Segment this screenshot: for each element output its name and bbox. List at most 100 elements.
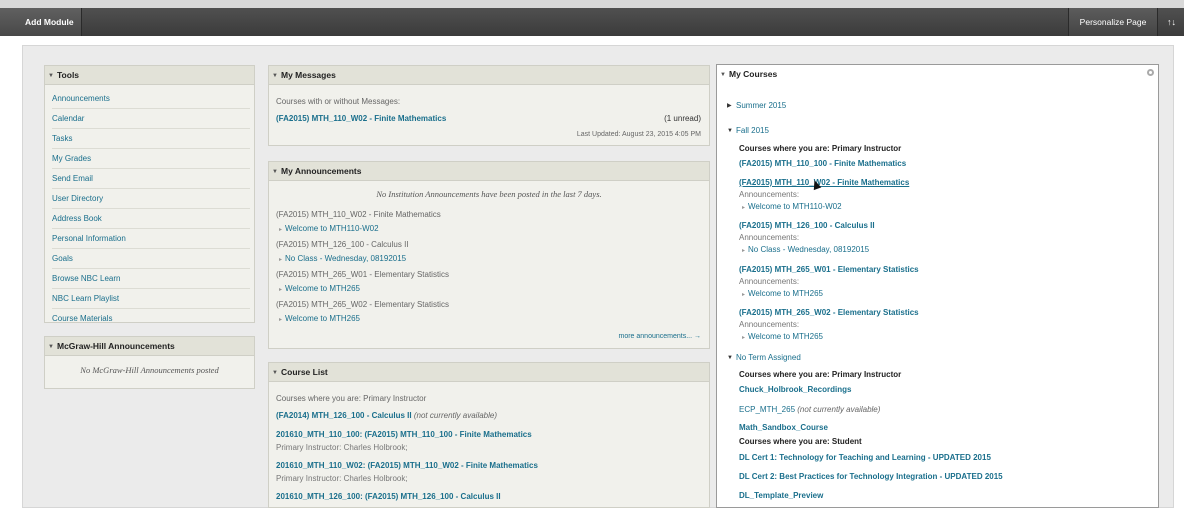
tools-module: ▼ Tools Announcements Calendar Tasks My Grad…	[44, 65, 255, 323]
fall-role-heading: Courses where you are: Primary Instructo…	[739, 144, 902, 153]
bullet-arrow-icon: ▸	[279, 287, 283, 293]
course-link[interactable]: 201610_MTH_110_100: (FA2015) MTH_110_100…	[276, 430, 532, 439]
my-courses-module: ▼ My Courses ▶ Summer 2015 ▼ Fall 2015 Cour…	[716, 64, 1159, 508]
tools-link[interactable]: NBC Learn Playlist	[52, 289, 250, 309]
availability-note: (not currently available)	[413, 411, 498, 420]
tools-link[interactable]: Address Book	[52, 209, 250, 229]
announcement-link[interactable]: Welcome to MTH110-W02	[285, 224, 379, 233]
collapse-triangle-icon[interactable]: ▼	[272, 67, 281, 85]
course-link[interactable]: (FA2015) MTH_110_100 - Finite Mathematic…	[739, 159, 906, 168]
announcement-course: (FA2015) MTH_265_W01 - Elementary Statis…	[276, 270, 449, 279]
course-link[interactable]: DL Cert 2: Best Practices for Technology…	[739, 472, 1003, 481]
course-link[interactable]: 201610_MTH_110_W02: (FA2015) MTH_110_W02…	[276, 461, 538, 470]
announcement-link[interactable]: Welcome to MTH265	[748, 332, 823, 341]
course-instructor: Primary Instructor: Charles Holbrook;	[276, 443, 408, 452]
course-link[interactable]: DL Cert 1: Technology for Teaching and L…	[739, 453, 991, 462]
course-link[interactable]: (FA2015) MTH_265_W02 - Elementary Statis…	[739, 308, 919, 317]
collapse-triangle-icon[interactable]: ▼	[720, 66, 729, 84]
course-link[interactable]: (FA2015) MTH_265_W01 - Elementary Statis…	[739, 265, 919, 274]
my-courses-header[interactable]: ▼ My Courses	[717, 65, 1158, 83]
bullet-arrow-icon: ▸	[742, 205, 746, 211]
messages-unread-count: (1 unread)	[664, 114, 701, 123]
collapse-triangle-icon[interactable]: ▼	[48, 67, 57, 85]
bullet-arrow-icon: ▸	[742, 335, 746, 341]
mcgraw-hill-module: ▼ McGraw-Hill Announcements No McGraw-Hil…	[44, 336, 255, 389]
course-link[interactable]: (FA2015) MTH_110_W02 - Finite Mathematic…	[739, 178, 909, 187]
more-announcements-link[interactable]: more announcements... →	[619, 333, 702, 340]
bullet-arrow-icon: ▸	[742, 248, 746, 254]
messages-last-updated: Last Updated: August 23, 2015 4:05 PM	[576, 131, 701, 138]
messages-intro: Courses with or without Messages:	[276, 97, 401, 106]
tools-link[interactable]: Browse NBC Learn	[52, 269, 250, 289]
announcement-link[interactable]: Welcome to MTH110-W02	[748, 202, 842, 211]
module-toolbar: Add Module Personalize Page ↑↓	[0, 8, 1184, 36]
my-announcements-header[interactable]: ▼ My Announcements	[269, 162, 709, 181]
term-no-term-assigned[interactable]: ▼ No Term Assigned	[727, 353, 801, 362]
announcements-label: Announcements:	[739, 277, 800, 286]
add-module-button[interactable]: Add Module	[0, 8, 82, 36]
tools-title: Tools	[57, 70, 80, 80]
module-canvas: ▼ Tools Announcements Calendar Tasks My Grad…	[22, 45, 1174, 508]
term-label: No Term Assigned	[736, 353, 801, 362]
personalize-page-button[interactable]: Personalize Page	[1068, 8, 1157, 36]
announcement-link[interactable]: Welcome to MTH265	[748, 289, 823, 298]
course-link[interactable]: 201610_MTH_126_100: (FA2015) MTH_126_100…	[276, 492, 501, 501]
bullet-arrow-icon: ▸	[279, 257, 283, 263]
collapse-triangle-icon[interactable]: ▼	[727, 128, 736, 134]
tools-header[interactable]: ▼ Tools	[45, 66, 254, 85]
tools-link[interactable]: Goals	[52, 249, 250, 269]
no-institution-announcements: No Institution Announcements have been p…	[376, 189, 602, 199]
course-link[interactable]: DL_Template_Preview	[739, 491, 823, 500]
tools-link[interactable]: User Directory	[52, 189, 250, 209]
course-link[interactable]: ECP_MTH_265	[739, 405, 795, 414]
announcements-label: Announcements:	[739, 320, 800, 329]
availability-note: (not currently available)	[797, 405, 881, 414]
announcements-label: Announcements:	[739, 233, 800, 242]
course-instructor: Primary Instructor: Charles Holbrook;	[276, 474, 408, 483]
collapse-triangle-icon[interactable]: ▼	[48, 338, 57, 356]
tools-link[interactable]: Course Materials	[52, 309, 250, 322]
tools-link[interactable]: Calendar	[52, 109, 250, 129]
announcements-label: Announcements:	[739, 190, 800, 199]
announcement-link[interactable]: No Class - Wednesday, 08192015	[285, 254, 406, 263]
collapse-triangle-icon[interactable]: ▼	[272, 163, 281, 181]
course-list-header[interactable]: ▼ Course List	[269, 363, 709, 382]
announcement-course: (FA2015) MTH_265_W02 - Elementary Statis…	[276, 300, 449, 309]
course-link[interactable]: (FA2014) MTH_126_100 - Calculus II	[276, 411, 412, 420]
messages-course-link[interactable]: (FA2015) MTH_110_W02 - Finite Mathematic…	[276, 114, 446, 123]
announcement-course: (FA2015) MTH_110_W02 - Finite Mathematic…	[276, 210, 441, 219]
student-role-heading: Courses where you are: Student	[739, 437, 862, 446]
tools-link[interactable]: Tasks	[52, 129, 250, 149]
collapse-triangle-icon[interactable]: ▼	[272, 364, 281, 382]
mcgraw-hill-title: McGraw-Hill Announcements	[57, 341, 175, 351]
my-messages-module: ▼ My Messages Courses with or without Mes…	[268, 65, 710, 146]
announcement-link[interactable]: Welcome to MTH265	[285, 314, 360, 323]
bullet-arrow-icon: ▸	[279, 317, 283, 323]
tools-link[interactable]: My Grades	[52, 149, 250, 169]
reorder-icon[interactable]: ↑↓	[1157, 8, 1184, 36]
course-list-role: Courses where you are: Primary Instructo…	[276, 394, 427, 403]
mcgraw-hill-header[interactable]: ▼ McGraw-Hill Announcements	[45, 337, 254, 356]
tools-list: Announcements Calendar Tasks My Grades Send …	[45, 85, 254, 322]
collapse-triangle-icon[interactable]: ▼	[727, 355, 736, 361]
gear-icon[interactable]	[1147, 69, 1154, 76]
announcement-link[interactable]: Welcome to MTH265	[285, 284, 360, 293]
my-courses-title: My Courses	[729, 69, 778, 79]
term-summer-2015[interactable]: ▶ Summer 2015	[727, 101, 786, 110]
tools-link[interactable]: Send Email	[52, 169, 250, 189]
announcement-course: (FA2015) MTH_126_100 - Calculus II	[276, 240, 409, 249]
expand-triangle-icon[interactable]: ▶	[727, 102, 736, 109]
term-label: Fall 2015	[736, 126, 769, 135]
my-announcements-title: My Announcements	[281, 166, 362, 176]
course-link[interactable]: (FA2015) MTH_126_100 - Calculus II	[739, 221, 875, 230]
course-list-module: ▼ Course List Courses where you are: Prim…	[268, 362, 710, 508]
course-link[interactable]: Chuck_Holbrook_Recordings	[739, 385, 851, 394]
term-fall-2015[interactable]: ▼ Fall 2015	[727, 126, 769, 135]
tools-link[interactable]: Announcements	[52, 89, 250, 109]
my-announcements-module: ▼ My Announcements No Institution Announc…	[268, 161, 710, 349]
course-link[interactable]: Math_Sandbox_Course	[739, 423, 828, 432]
tools-link[interactable]: Personal Information	[52, 229, 250, 249]
course-list-title: Course List	[281, 367, 328, 377]
announcement-link[interactable]: No Class - Wednesday, 08192015	[748, 245, 869, 254]
my-messages-header[interactable]: ▼ My Messages	[269, 66, 709, 85]
